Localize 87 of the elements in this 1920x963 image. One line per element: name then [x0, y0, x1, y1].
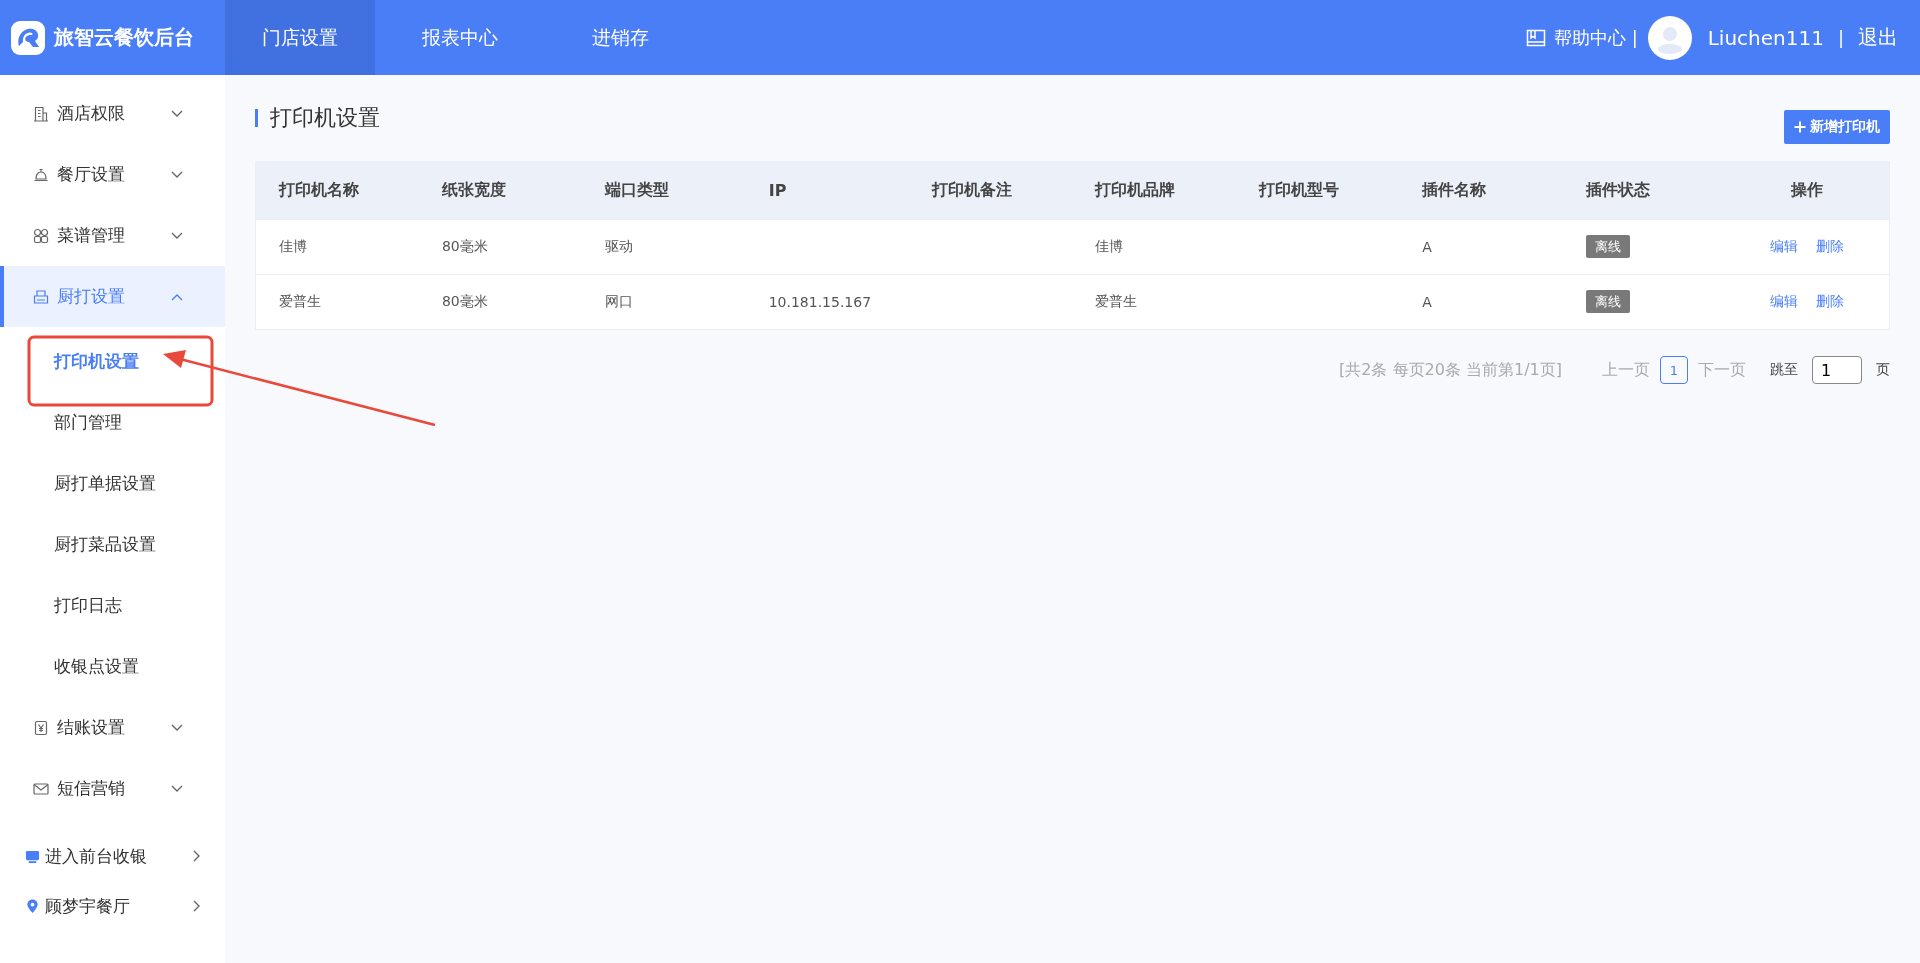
menu-label: 餐厅设置 [57, 163, 126, 186]
page-number[interactable]: 1 [1660, 356, 1688, 384]
table-cell: 佳博 [279, 238, 307, 254]
submenu-item[interactable]: 厨打菜品设置 [0, 514, 156, 575]
sidebar-link[interactable]: 顾梦宇餐厅 [0, 881, 225, 931]
row-action-link[interactable]: 删除 [1816, 238, 1844, 254]
column-header: IP [745, 161, 910, 220]
status-badge: 离线 [1585, 235, 1630, 258]
submenu-item[interactable]: 收银点设置 [0, 636, 139, 697]
link-label: 进入前台收银 [45, 844, 148, 868]
column-header: 插件状态 [1562, 161, 1726, 220]
submenu-item[interactable]: 厨打单据设置 [0, 453, 156, 514]
sidebar-menu-item[interactable]: 结账设置 [0, 697, 225, 758]
chevron-down-icon [171, 231, 183, 240]
status-badge: 离线 [1585, 290, 1630, 313]
table-cell: A [1422, 294, 1432, 310]
table-cell: 佳博 [1095, 238, 1124, 254]
menu-label: 菜谱管理 [57, 224, 126, 247]
table-cell: 80毫米 [441, 238, 488, 254]
building-icon [33, 105, 49, 122]
logout-link[interactable]: 退出 [1858, 24, 1898, 51]
chevron-down-icon [171, 784, 183, 793]
nav-tab[interactable]: 进销存 [545, 0, 695, 75]
jump-label: 跳至 [1770, 361, 1798, 379]
link-label: 顾梦宇餐厅 [45, 894, 131, 918]
chevron-down-icon [171, 723, 183, 732]
column-header: 打印机品牌 [1072, 161, 1236, 220]
chevron-down-icon [171, 170, 183, 179]
table-cell: 10.181.15.167 [768, 294, 872, 310]
chevron-right-icon [193, 900, 201, 912]
menu-label: 酒店权限 [57, 102, 126, 125]
sidebar-menu-item[interactable]: 短信营销 [0, 758, 225, 819]
chevron-up-icon [171, 292, 183, 301]
menu-label: 结账设置 [57, 716, 126, 739]
menu-label: 短信营销 [57, 777, 126, 800]
add-printer-button[interactable]: 新增打印机 [1784, 110, 1890, 144]
sidebar-menu-item[interactable]: 菜谱管理 [0, 205, 225, 266]
mail-icon [33, 780, 49, 797]
logo-icon [10, 19, 46, 56]
chevron-right-icon [193, 850, 201, 862]
next-page-link[interactable]: 下一页 [1698, 359, 1746, 381]
sidebar-menu-item[interactable]: 餐厅设置 [0, 144, 225, 205]
page-title: 打印机设置 [255, 109, 380, 127]
table-cell: 爱普生 [279, 293, 321, 309]
column-header: 操作 [1726, 161, 1890, 220]
row-action-link[interactable]: 删除 [1816, 293, 1844, 309]
table-cell: 网口 [605, 293, 634, 309]
separator: | [1631, 27, 1638, 48]
location-pin-icon [25, 898, 40, 914]
nav-tab[interactable]: 门店设置 [225, 0, 375, 75]
column-header: 插件名称 [1399, 161, 1563, 220]
help-center-link[interactable]: 帮助中心 [1553, 25, 1626, 50]
book-icon[interactable] [1525, 28, 1546, 47]
bell-icon [33, 166, 49, 183]
submenu-item[interactable]: 打印日志 [0, 575, 122, 636]
submenu-item[interactable]: 打印机设置 [0, 331, 139, 392]
column-header: 打印机备注 [909, 161, 1073, 220]
submenu-item[interactable]: 部门管理 [0, 392, 122, 453]
grid-icon [33, 227, 49, 244]
column-header: 打印机名称 [255, 161, 419, 220]
page-input[interactable]: 1 [1812, 356, 1862, 384]
avatar-icon[interactable] [1647, 15, 1692, 60]
previous-page-link[interactable]: 上一页 [1602, 359, 1650, 381]
row-action-link[interactable]: 编辑 [1770, 238, 1798, 254]
column-header: 打印机型号 [1235, 161, 1400, 220]
page-unit-label: 页 [1876, 361, 1890, 379]
column-header: 纸张宽度 [418, 161, 583, 220]
pagination-summary: [共2条 每页20条 当前第1/1页] [1339, 359, 1562, 381]
monitor-icon [25, 848, 40, 864]
sidebar-menu-item[interactable]: 酒店权限 [0, 83, 225, 144]
table-cell: 爱普生 [1095, 293, 1138, 309]
table-cell: 80毫米 [441, 293, 488, 309]
sidebar-menu-item[interactable]: 厨打设置 [0, 266, 225, 327]
row-action-link[interactable]: 编辑 [1770, 293, 1798, 309]
separator: | [1837, 27, 1844, 48]
table-cell: A [1422, 239, 1432, 255]
menu-label: 厨打设置 [57, 285, 126, 308]
column-header: 端口类型 [582, 161, 746, 220]
user-name[interactable]: Liuchen111 [1707, 25, 1824, 50]
yen-icon [33, 719, 49, 736]
plus-icon [1794, 121, 1806, 133]
app-title: 旅智云餐饮后台 [54, 24, 194, 51]
sidebar-link[interactable]: 进入前台收银 [0, 831, 225, 881]
table-cell: 驱动 [605, 238, 634, 254]
nav-tab[interactable]: 报表中心 [385, 0, 535, 75]
printer-icon [33, 288, 49, 305]
chevron-down-icon [171, 109, 183, 118]
